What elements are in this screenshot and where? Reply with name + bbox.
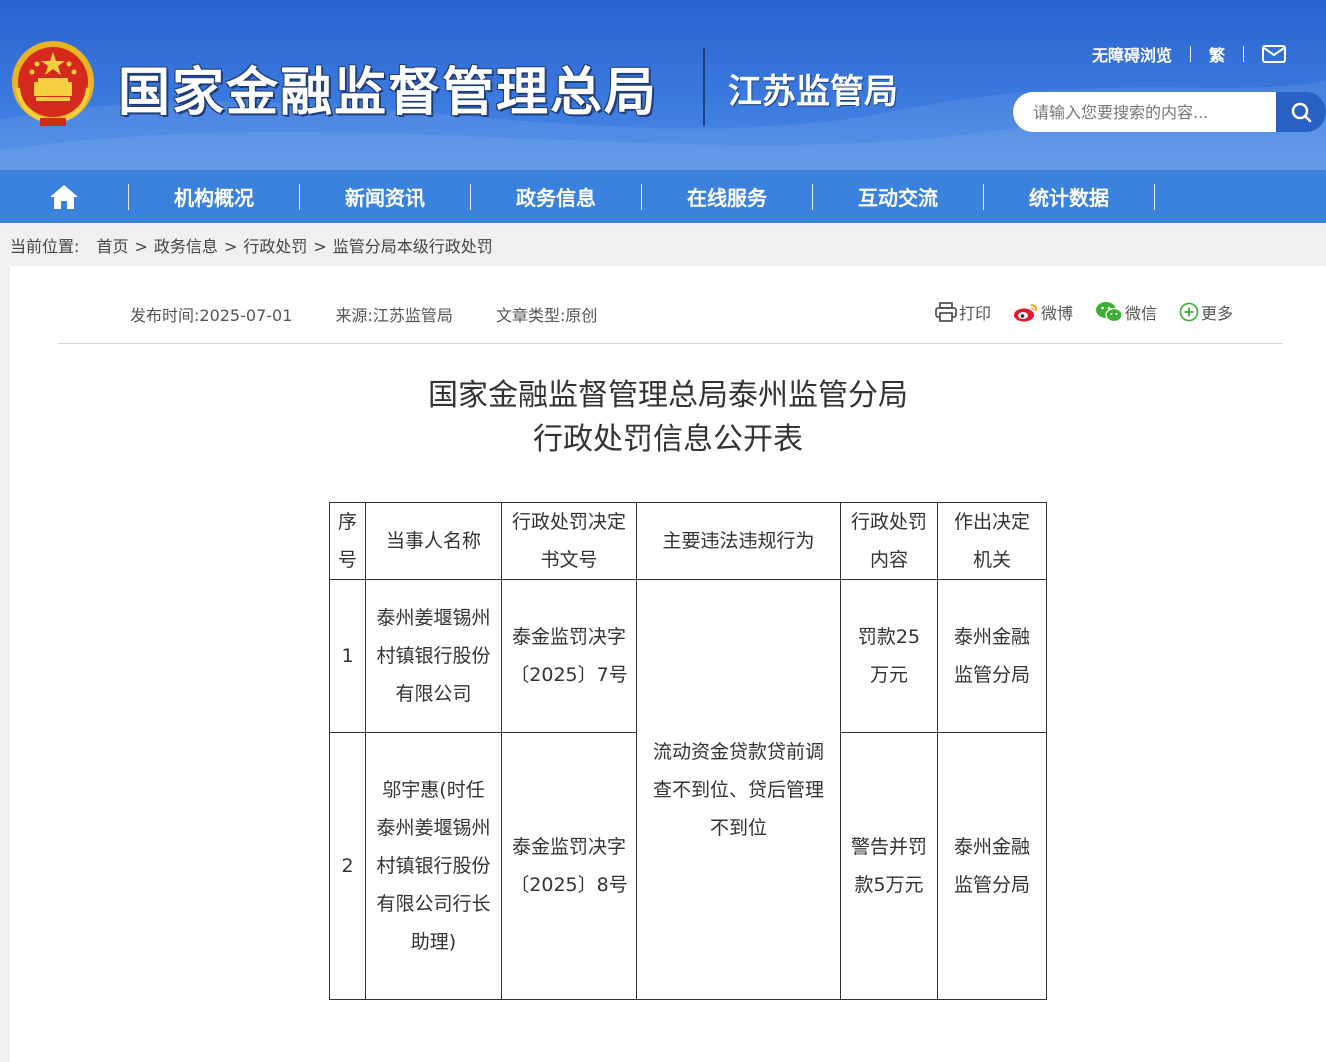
article-panel: 发布时间:2025-07-01 来源:江苏监管局 文章类型:原创 打印 微博 微… bbox=[10, 266, 1326, 1062]
weibo-label: 微博 bbox=[1041, 304, 1074, 323]
nav-item-online-service[interactable]: 在线服务 bbox=[642, 170, 812, 223]
traditional-chinese-link[interactable]: 繁 bbox=[1209, 42, 1225, 66]
more-label: 更多 bbox=[1201, 304, 1234, 323]
search-input[interactable] bbox=[1013, 92, 1278, 132]
site-header: 国家金融监督管理总局 江苏监管局 无障碍浏览 繁 bbox=[0, 0, 1326, 170]
header-violation: 主要违法违规行为 bbox=[636, 502, 842, 580]
row-authority: 泰州金融监管分局 bbox=[937, 732, 1048, 1000]
national-emblem-icon bbox=[12, 41, 94, 126]
breadcrumb-current[interactable]: 监管分局本级行政处罚 bbox=[333, 237, 493, 256]
wechat-icon bbox=[1096, 302, 1123, 323]
penalty-table: 序号 当事人名称 行政处罚决定书文号 主要违法违规行为 行政处罚内容 作出决定机… bbox=[328, 502, 1048, 1000]
header-doc-no: 行政处罚决定书文号 bbox=[501, 502, 638, 580]
meta-divider bbox=[58, 343, 1282, 344]
mail-icon[interactable] bbox=[1262, 45, 1286, 63]
breadcrumb: 当前位置: 首页 > 政务信息 > 行政处罚 > 监管分局本级行政处罚 bbox=[10, 233, 493, 257]
weibo-share-button[interactable]: 微博 bbox=[1013, 300, 1073, 324]
search-icon bbox=[1291, 102, 1312, 123]
plus-circle-icon bbox=[1179, 302, 1199, 322]
search-button[interactable] bbox=[1276, 92, 1326, 132]
site-title[interactable]: 国家金融监督管理总局 bbox=[118, 50, 658, 125]
top-links: 无障碍浏览 繁 bbox=[1092, 42, 1286, 66]
nav-item-org[interactable]: 机构概况 bbox=[129, 170, 299, 223]
breadcrumb-gov-info[interactable]: 政务信息 bbox=[154, 237, 218, 256]
header-penalty: 行政处罚内容 bbox=[840, 502, 939, 580]
share-bar: 打印 微博 微信 更多 bbox=[935, 300, 1233, 324]
weibo-icon bbox=[1014, 304, 1038, 322]
document-title: 国家金融监督管理总局泰州监管分局 行政处罚信息公开表 bbox=[10, 374, 1326, 462]
row-doc-no: 泰金监罚决字〔2025〕8号 bbox=[501, 732, 638, 1000]
header-no: 序号 bbox=[328, 502, 367, 580]
nav-home[interactable] bbox=[0, 170, 128, 223]
print-label: 打印 bbox=[959, 304, 992, 323]
nav-item-gov-info[interactable]: 政务信息 bbox=[471, 170, 641, 223]
breadcrumb-separator: > bbox=[134, 237, 148, 256]
wechat-label: 微信 bbox=[1125, 304, 1158, 323]
main-nav: 机构概况 新闻资讯 政务信息 在线服务 互动交流 统计数据 bbox=[0, 170, 1326, 223]
nav-divider bbox=[1154, 183, 1155, 210]
document-title-line1: 国家金融监督管理总局泰州监管分局 bbox=[428, 378, 908, 413]
breadcrumb-prefix: 当前位置: bbox=[10, 237, 80, 256]
breadcrumb-penalty[interactable]: 行政处罚 bbox=[243, 237, 307, 256]
divider bbox=[1243, 46, 1244, 62]
row-penalty: 警告并罚款5万元 bbox=[840, 732, 939, 1000]
search-box bbox=[1013, 92, 1326, 132]
row-doc-no: 泰金监罚决字〔2025〕7号 bbox=[501, 579, 638, 733]
row-no: 2 bbox=[328, 732, 367, 1000]
home-icon bbox=[50, 184, 78, 209]
divider bbox=[1189, 46, 1191, 62]
wechat-share-button[interactable]: 微信 bbox=[1095, 300, 1157, 324]
accessibility-link[interactable]: 无障碍浏览 bbox=[1092, 42, 1172, 66]
row-no: 1 bbox=[328, 579, 367, 733]
row-authority: 泰州金融监管分局 bbox=[937, 579, 1048, 733]
print-button[interactable]: 打印 bbox=[935, 300, 991, 324]
article-type: 文章类型:原创 bbox=[495, 306, 598, 325]
document-title-line2: 行政处罚信息公开表 bbox=[533, 422, 803, 457]
nav-item-statistics[interactable]: 统计数据 bbox=[984, 170, 1154, 223]
more-share-button[interactable]: 更多 bbox=[1179, 300, 1233, 324]
title-divider bbox=[703, 48, 705, 126]
nav-item-news[interactable]: 新闻资讯 bbox=[300, 170, 470, 223]
row-party: 邬宇惠(时任泰州姜堰锡州村镇银行股份有限公司行长助理) bbox=[365, 732, 503, 1000]
table-header-row: 序号 当事人名称 行政处罚决定书文号 主要违法违规行为 行政处罚内容 作出决定机… bbox=[328, 502, 1048, 580]
breadcrumb-separator: > bbox=[223, 237, 238, 256]
publish-time: 发布时间:2025-07-01 bbox=[130, 306, 293, 325]
breadcrumb-home[interactable]: 首页 bbox=[97, 237, 129, 256]
printer-icon bbox=[935, 302, 957, 322]
row-penalty: 罚款25万元 bbox=[840, 579, 939, 733]
table-row: 1 泰州姜堰锡州村镇银行股份有限公司 泰金监罚决字〔2025〕7号 流动资金贷款… bbox=[328, 579, 1048, 1000]
header-authority: 作出决定机关 bbox=[937, 502, 1048, 580]
article-source: 来源:江苏监管局 bbox=[335, 306, 453, 325]
breadcrumb-separator: > bbox=[313, 237, 327, 256]
nav-item-interaction[interactable]: 互动交流 bbox=[813, 170, 983, 223]
branch-title[interactable]: 江苏监管局 bbox=[728, 64, 898, 113]
row-violation: 流动资金贷款贷前调查不到位、贷后管理不到位 bbox=[636, 579, 842, 1000]
row-party: 泰州姜堰锡州村镇银行股份有限公司 bbox=[365, 579, 503, 733]
header-party: 当事人名称 bbox=[365, 502, 503, 580]
article-meta: 发布时间:2025-07-01 来源:江苏监管局 文章类型:原创 bbox=[130, 302, 635, 326]
